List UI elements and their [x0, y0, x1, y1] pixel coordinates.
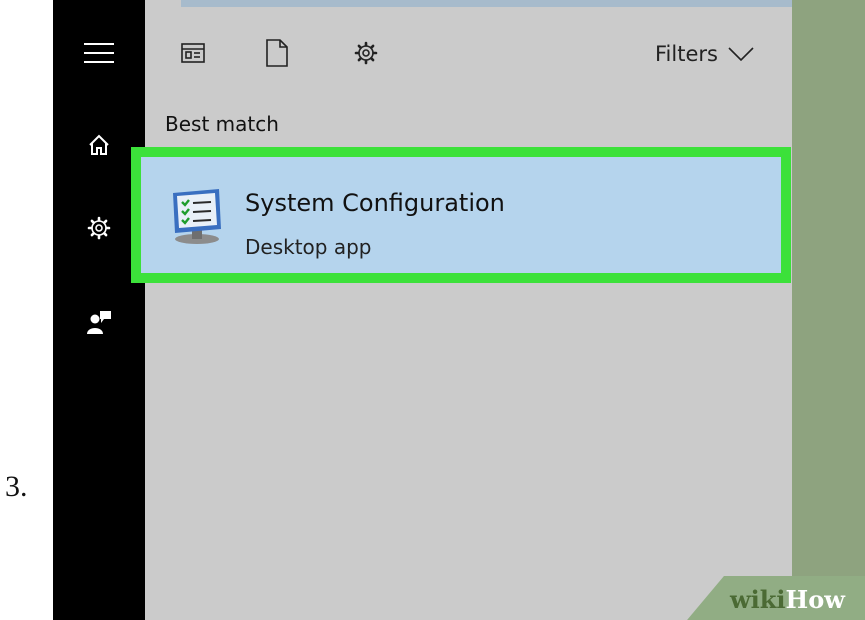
apps-icon[interactable] [174, 34, 212, 72]
best-match-heading: Best match [165, 112, 279, 136]
system-configuration-result[interactable]: System Configuration Desktop app [131, 147, 791, 283]
search-results-panel: Filters Best match System Configuration … [131, 0, 792, 620]
start-sidebar [53, 0, 145, 620]
result-title: System Configuration [245, 189, 505, 217]
settings-icon[interactable] [347, 34, 385, 72]
filters-label: Filters [655, 42, 718, 66]
result-subtitle: Desktop app [245, 235, 372, 259]
hamburger-menu-icon[interactable] [79, 33, 119, 73]
documents-icon[interactable] [258, 34, 296, 72]
filters-dropdown[interactable]: Filters [655, 36, 754, 72]
home-icon[interactable] [79, 125, 119, 165]
gear-icon[interactable] [79, 208, 119, 248]
desktop-background [792, 0, 865, 620]
step-number: 3. [5, 470, 28, 503]
system-configuration-icon [173, 189, 221, 244]
search-box-edge[interactable] [181, 0, 792, 7]
chevron-down-icon [728, 47, 754, 61]
wikihow-watermark: wikiHow [730, 585, 845, 614]
start-menu-screen: Filters Best match System Configuration … [53, 0, 865, 620]
feedback-icon[interactable] [79, 302, 119, 342]
